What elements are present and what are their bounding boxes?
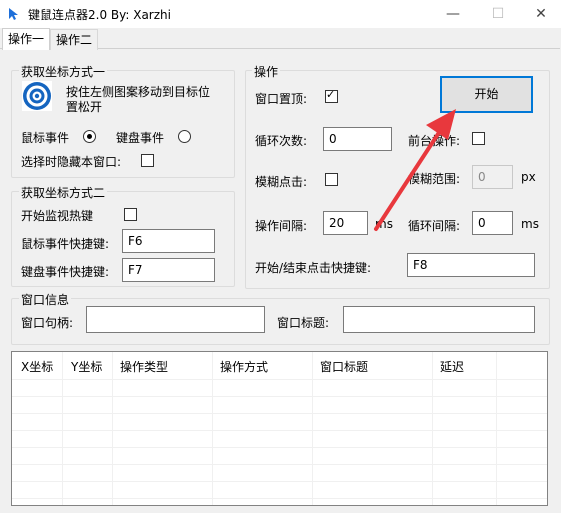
tab-operation-1[interactable]: 操作一 (2, 28, 51, 50)
topmost-checkbox[interactable] (325, 88, 338, 103)
window-handle-label: 窗口句柄: (21, 316, 74, 330)
fuzzy-click-label: 模糊点击: (255, 175, 308, 189)
hide-window-checkbox[interactable] (141, 154, 154, 167)
minimize-button[interactable]: — (430, 0, 476, 28)
window-info-legend: 窗口信息 (19, 291, 72, 308)
mouse-hotkey-label: 鼠标事件快捷键: (21, 237, 110, 251)
title-bar: 键鼠连点器2.0 By: Xarzhi — ☐ ✕ (0, 0, 561, 28)
start-stop-hotkey-input[interactable]: F8 (407, 253, 535, 277)
hide-window-label: 选择时隐藏本窗口: (21, 155, 122, 169)
tab-operation-2[interactable]: 操作二 (50, 29, 99, 50)
close-button[interactable]: ✕ (518, 0, 561, 28)
operation-legend: 操作 (252, 63, 281, 80)
arrow-annotation-icon (374, 109, 456, 231)
cursor-app-icon (9, 8, 18, 20)
keyboard-hotkey-label: 键盘事件快捷键: (21, 265, 110, 279)
drag-instruction-line2: 置松开 (66, 100, 103, 114)
column-header-y[interactable]: Y坐标 (71, 358, 102, 375)
window-title-label: 窗口标题: (277, 316, 330, 330)
operations-table[interactable]: X坐标 Y坐标 操作类型 操作方式 窗口标题 延迟 (11, 351, 548, 506)
loop-interval-unit: ms (521, 217, 539, 231)
column-header-op-type[interactable]: 操作类型 (120, 358, 168, 375)
target-drag-icon[interactable] (22, 81, 52, 111)
coord-method-2-legend: 获取坐标方式二 (19, 184, 108, 201)
mouse-event-label: 鼠标事件 (21, 131, 70, 145)
coord-method-1-legend: 获取坐标方式一 (19, 63, 108, 80)
interval-input[interactable]: 20 (323, 211, 368, 235)
column-header-x[interactable]: X坐标 (21, 358, 53, 375)
keyboard-hotkey-input[interactable]: F7 (122, 258, 215, 282)
interval-label: 操作间隔: (255, 219, 308, 233)
topmost-label: 窗口置顶: (255, 92, 308, 106)
foreground-checkbox[interactable] (472, 132, 485, 145)
column-header-op-method[interactable]: 操作方式 (220, 358, 268, 375)
monitor-hotkey-checkbox[interactable] (124, 208, 137, 221)
column-header-window-title[interactable]: 窗口标题 (320, 358, 368, 375)
mouse-event-radio[interactable] (83, 130, 96, 143)
window-handle-input[interactable] (86, 306, 265, 333)
fuzzy-click-checkbox[interactable] (325, 173, 338, 186)
column-header-delay[interactable]: 延迟 (440, 358, 464, 375)
loop-count-label: 循环次数: (255, 134, 308, 148)
start-stop-hotkey-label: 开始/结束点击快捷键: (255, 261, 372, 275)
window-title-input[interactable] (343, 306, 535, 333)
window-title: 键鼠连点器2.0 By: Xarzhi (28, 8, 171, 22)
fuzzy-range-unit: px (521, 170, 536, 184)
mouse-hotkey-input[interactable]: F6 (122, 229, 215, 253)
monitor-hotkey-label: 开始监视热键 (21, 209, 94, 223)
keyboard-event-radio[interactable] (178, 130, 191, 143)
loop-interval-input[interactable]: 0 (472, 211, 513, 235)
maximize-button[interactable]: ☐ (475, 0, 521, 28)
fuzzy-range-input[interactable]: 0 (472, 165, 513, 189)
keyboard-event-label: 键盘事件 (116, 131, 165, 145)
